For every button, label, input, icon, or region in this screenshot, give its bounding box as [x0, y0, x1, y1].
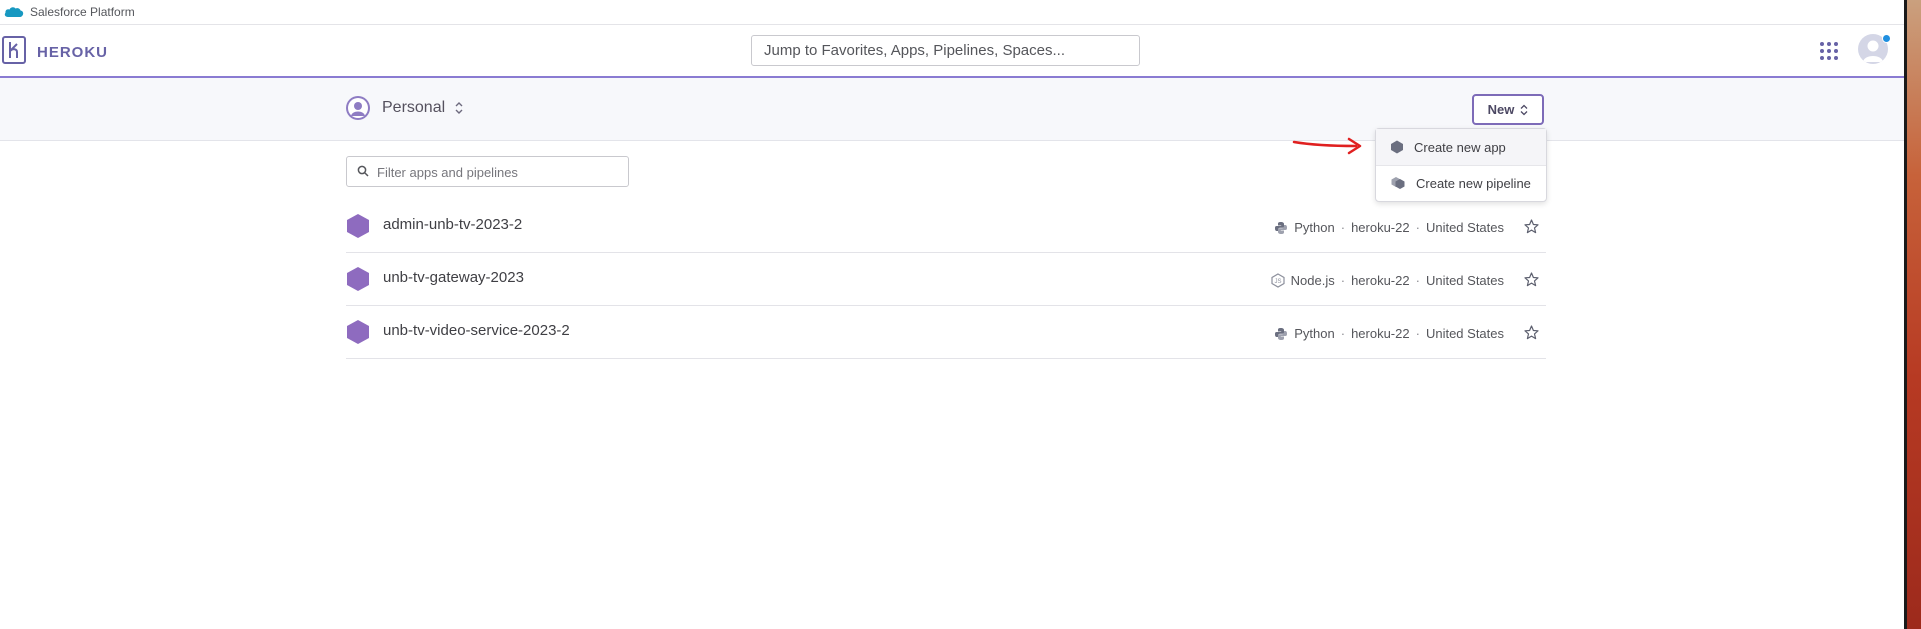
app-language: Python	[1294, 220, 1335, 235]
account-switcher[interactable]: Personal	[346, 96, 464, 120]
app-region: United States	[1425, 326, 1504, 341]
search-icon	[357, 165, 369, 177]
menu-item-create-pipeline[interactable]: Create new pipeline	[1376, 165, 1546, 201]
app-hex-icon	[347, 214, 369, 238]
heroku-logo-icon[interactable]	[2, 36, 26, 64]
filter-apps-input[interactable]	[375, 157, 629, 188]
heroku-brand[interactable]: HEROKU	[37, 44, 108, 61]
nodejs-icon: JS	[1271, 273, 1285, 288]
app-hex-icon	[1391, 140, 1403, 154]
app-hex-icon	[347, 267, 369, 291]
svg-text:JS: JS	[1274, 279, 1281, 285]
python-icon	[1275, 221, 1288, 234]
app-list: admin-unb-tv-2023-2 Python · heroku-22 ·…	[346, 200, 1546, 359]
menu-item-label: Create new pipeline	[1416, 175, 1531, 191]
app-language: Python	[1294, 326, 1335, 341]
app-language: Node.js	[1290, 273, 1335, 288]
app-name-link[interactable]: unb-tv-video-service-2023-2	[383, 322, 570, 339]
chevron-up-down-icon	[455, 102, 463, 114]
app-hex-icon	[347, 320, 369, 344]
salesforce-cloud-icon	[4, 7, 24, 17]
star-favorite-icon[interactable]	[1524, 272, 1539, 287]
new-button[interactable]: New	[1472, 94, 1544, 125]
app-row[interactable]: unb-tv-video-service-2023-2 Python · her…	[346, 306, 1546, 359]
account-subheader: Personal New	[0, 78, 1904, 141]
star-favorite-icon[interactable]	[1524, 219, 1539, 234]
star-favorite-icon[interactable]	[1524, 325, 1539, 340]
chevron-up-down-icon	[1520, 104, 1528, 115]
app-region: United States	[1425, 220, 1504, 235]
app-name-link[interactable]: admin-unb-tv-2023-2	[383, 216, 522, 233]
top-header: HEROKU	[0, 25, 1904, 78]
app-stack: heroku-22	[1351, 273, 1410, 288]
salesforce-bar: Salesforce Platform	[0, 0, 1904, 25]
app-meta: Python · heroku-22 · United States	[1274, 220, 1504, 235]
menu-item-label: Create new app	[1414, 139, 1506, 155]
menu-item-create-app[interactable]: Create new app	[1376, 129, 1546, 166]
app-stack: heroku-22	[1351, 220, 1410, 235]
red-arrow-annotation	[1292, 137, 1362, 155]
app-name-link[interactable]: unb-tv-gateway-2023	[383, 269, 524, 286]
new-button-label: New	[1487, 102, 1515, 117]
app-launcher-icon[interactable]	[1820, 42, 1838, 60]
window-title: Salesforce Platform	[30, 5, 135, 19]
new-dropdown-menu: Create new app Create new pipeline	[1375, 128, 1547, 202]
python-icon	[1275, 327, 1288, 340]
app-stack: heroku-22	[1351, 326, 1410, 341]
app-region: United States	[1425, 273, 1504, 288]
app-row[interactable]: admin-unb-tv-2023-2 Python · heroku-22 ·…	[346, 200, 1546, 253]
pipeline-icon	[1391, 177, 1405, 189]
app-meta: JS Node.js · heroku-22 · United States	[1271, 273, 1504, 288]
desktop-wallpaper	[1907, 0, 1921, 629]
account-name: Personal	[382, 99, 446, 116]
personal-account-icon	[346, 96, 370, 120]
app-row[interactable]: unb-tv-gateway-2023 JS Node.js · heroku-…	[346, 253, 1546, 306]
filter-box	[346, 156, 629, 188]
app-meta: Python · heroku-22 · United States	[1274, 326, 1504, 341]
jump-search-input[interactable]	[751, 35, 1140, 66]
notification-dot	[1882, 34, 1891, 43]
